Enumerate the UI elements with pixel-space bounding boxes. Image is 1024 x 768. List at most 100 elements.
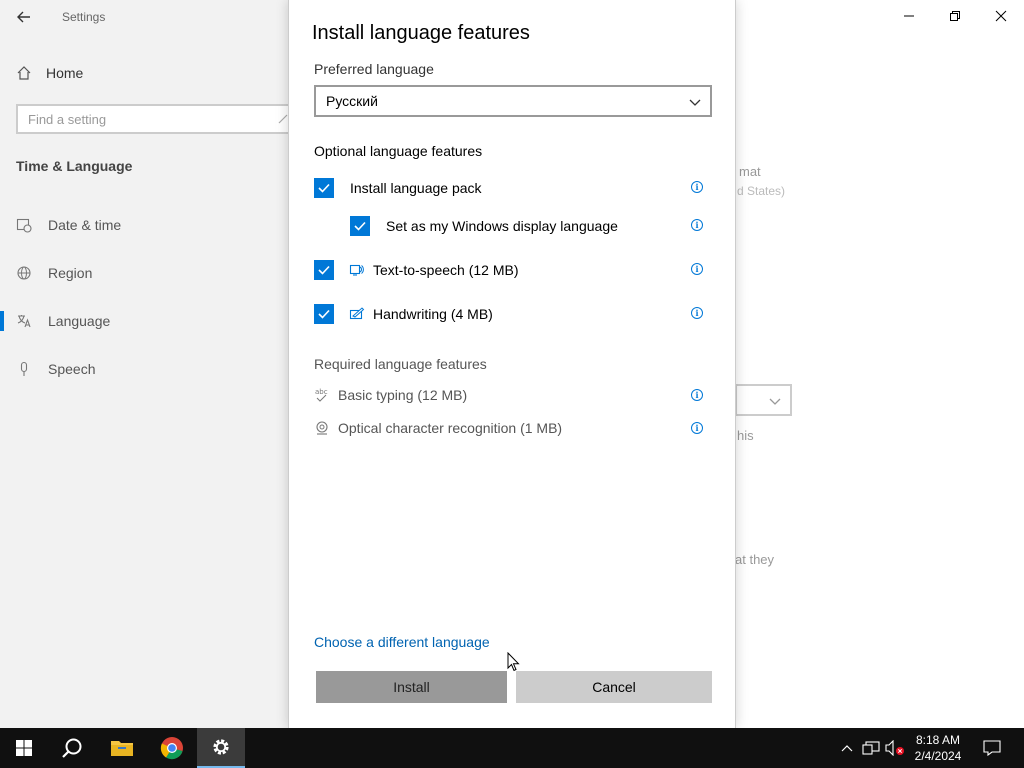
info-icon[interactable]: i bbox=[691, 389, 703, 401]
info-icon[interactable]: i bbox=[691, 219, 703, 231]
section-title: Time & Language bbox=[16, 158, 133, 174]
settings-taskbar-button[interactable] bbox=[197, 728, 245, 768]
search-icon bbox=[62, 738, 82, 758]
chevron-up-icon bbox=[841, 745, 853, 752]
feature-label: Handwriting (4 MB) bbox=[373, 306, 493, 322]
sidebar-home-label: Home bbox=[46, 65, 84, 81]
install-language-dialog: Install language features Preferred lang… bbox=[288, 0, 736, 728]
sidebar-item-date-time[interactable]: Date & time bbox=[16, 214, 121, 236]
display-language-checkbox[interactable] bbox=[350, 216, 370, 236]
install-language-pack-checkbox[interactable] bbox=[314, 178, 334, 198]
info-icon[interactable]: i bbox=[691, 422, 703, 434]
required-feature-label: Basic typing (12 MB) bbox=[338, 387, 468, 403]
chevron-down-icon bbox=[769, 398, 781, 405]
sidebar-item-region[interactable]: Region bbox=[16, 262, 92, 284]
bg-text-fragment: his bbox=[737, 428, 754, 443]
microphone-icon bbox=[20, 361, 28, 376]
feature-text-to-speech: Text-to-speech (12 MB) bbox=[314, 259, 519, 281]
checkmark-icon bbox=[318, 183, 330, 193]
folder-icon bbox=[111, 741, 133, 756]
checkmark-icon bbox=[318, 265, 330, 275]
minimize-button[interactable] bbox=[886, 0, 932, 32]
windows-logo-icon bbox=[16, 740, 32, 756]
info-icon[interactable]: i bbox=[691, 263, 703, 275]
search-input[interactable]: Find a setting bbox=[16, 104, 297, 134]
clock-time: 8:18 AM bbox=[915, 733, 961, 747]
file-explorer-button[interactable] bbox=[98, 728, 146, 768]
taskbar-search-button[interactable] bbox=[48, 728, 96, 768]
close-icon bbox=[995, 10, 1007, 22]
preferred-language-label: Preferred language bbox=[314, 61, 434, 77]
dialog-title: Install language features bbox=[312, 22, 530, 44]
back-arrow-icon bbox=[17, 11, 30, 23]
preferred-language-select[interactable]: Русский bbox=[314, 85, 712, 117]
restore-button[interactable] bbox=[932, 0, 978, 32]
cancel-button[interactable]: Cancel bbox=[516, 671, 712, 703]
preferred-language-value: Русский bbox=[326, 93, 378, 109]
required-feature-ocr: Optical character recognition (1 MB) bbox=[314, 418, 562, 438]
clock-calendar-icon bbox=[16, 218, 32, 233]
required-feature-basic-typing: abc Basic typing (12 MB) bbox=[314, 385, 467, 405]
mouse-cursor-icon bbox=[507, 652, 520, 672]
language-icon bbox=[17, 315, 31, 328]
feature-label: Install language pack bbox=[350, 180, 482, 196]
required-feature-label: Optical character recognition (1 MB) bbox=[338, 420, 563, 436]
checkmark-icon bbox=[354, 221, 366, 231]
sidebar-item-speech[interactable]: Speech bbox=[16, 358, 95, 380]
bg-dropdown bbox=[735, 384, 792, 416]
info-icon[interactable]: i bbox=[691, 181, 703, 193]
notification-icon bbox=[983, 740, 1001, 756]
action-center-button[interactable] bbox=[976, 728, 1008, 768]
required-features-label: Required language features bbox=[314, 356, 487, 372]
feature-label: Text-to-speech (12 MB) bbox=[373, 262, 519, 278]
feature-label: Set as my Windows display language bbox=[386, 218, 618, 234]
checkmark-icon bbox=[318, 309, 330, 319]
handwriting-icon bbox=[349, 307, 365, 320]
sidebar-item-label: Speech bbox=[48, 361, 96, 377]
speech-icon bbox=[349, 264, 364, 276]
typing-abc-icon: abc bbox=[315, 388, 328, 402]
sidebar-item-language[interactable]: Language bbox=[16, 310, 110, 332]
start-button[interactable] bbox=[0, 728, 48, 768]
volume-muted-icon bbox=[885, 740, 904, 756]
network-tray-button[interactable] bbox=[860, 728, 882, 768]
install-button[interactable]: Install bbox=[316, 671, 507, 703]
back-button[interactable] bbox=[10, 6, 38, 28]
close-button[interactable] bbox=[978, 0, 1024, 32]
handwriting-checkbox[interactable] bbox=[314, 304, 334, 324]
active-indicator bbox=[0, 311, 4, 331]
taskbar: 8:18 AM 2/4/2024 bbox=[0, 728, 1024, 768]
text-to-speech-checkbox[interactable] bbox=[314, 260, 334, 280]
volume-tray-button[interactable] bbox=[884, 728, 906, 768]
ocr-icon bbox=[316, 421, 328, 435]
feature-install-language-pack: Install language pack bbox=[314, 177, 482, 199]
gear-icon bbox=[213, 739, 229, 755]
chrome-icon bbox=[160, 737, 183, 760]
sidebar-item-label: Language bbox=[48, 313, 111, 329]
chevron-down-icon bbox=[689, 99, 701, 106]
app-title: Settings bbox=[62, 10, 106, 24]
feature-handwriting: Handwriting (4 MB) bbox=[314, 303, 493, 325]
show-hidden-icons-button[interactable] bbox=[838, 728, 856, 768]
bg-text-fragment: at they bbox=[735, 552, 775, 567]
home-icon bbox=[17, 66, 31, 80]
restore-icon bbox=[950, 11, 960, 21]
sidebar: Settings Home Find a setting Time & Lang… bbox=[0, 0, 297, 728]
network-icon bbox=[862, 741, 880, 755]
bg-text-fragment: d States) bbox=[737, 184, 786, 198]
globe-icon bbox=[17, 266, 31, 280]
taskbar-clock[interactable]: 8:18 AM 2/4/2024 bbox=[906, 732, 970, 764]
clock-date: 2/4/2024 bbox=[914, 749, 962, 763]
search-placeholder: Find a setting bbox=[28, 111, 107, 127]
svg-text:abc: abc bbox=[315, 388, 328, 396]
sidebar-home[interactable]: Home bbox=[16, 63, 83, 83]
minimize-icon bbox=[904, 15, 914, 17]
feature-display-language: Set as my Windows display language bbox=[350, 215, 618, 237]
sidebar-item-label: Region bbox=[48, 265, 93, 281]
sidebar-item-label: Date & time bbox=[48, 217, 122, 233]
choose-different-language-link[interactable]: Choose a different language bbox=[314, 634, 490, 650]
optional-features-label: Optional language features bbox=[314, 143, 483, 159]
info-icon[interactable]: i bbox=[691, 307, 703, 319]
bg-text-fragment: mat bbox=[739, 164, 761, 179]
chrome-button[interactable] bbox=[148, 728, 196, 768]
